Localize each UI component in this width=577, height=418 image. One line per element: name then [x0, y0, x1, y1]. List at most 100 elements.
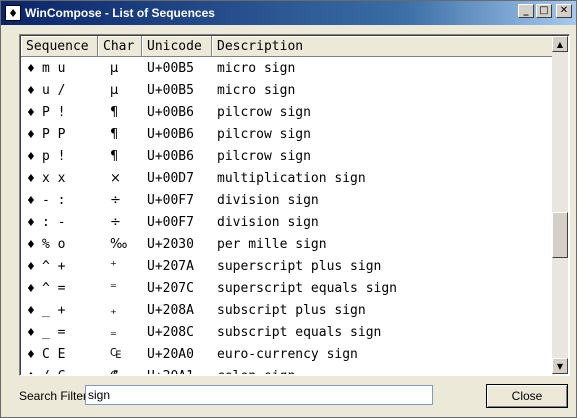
description-cell: division sign [217, 214, 319, 230]
list-item[interactable]: ♦ ^ = ⁼ U+207C superscript equals sign [21, 277, 552, 299]
sequence-cell: ♦ P ! [21, 105, 98, 120]
search-filter-label: Search Filter: [19, 389, 91, 403]
description-cell: pilcrow sign [217, 148, 311, 164]
sequence-keys: _ = [42, 324, 66, 340]
description-cell: subscript equals sign [217, 324, 382, 340]
list-item[interactable]: ♦ P ! ¶ U+00B6 pilcrow sign [21, 101, 552, 123]
column-header-unicode[interactable]: Unicode [142, 36, 212, 57]
sequence-marker-icon: ♦ [26, 259, 36, 273]
sequence-keys: / C [42, 369, 65, 375]
list-item[interactable]: ♦ p ! ¶ U+00B6 pilcrow sign [21, 145, 552, 167]
description-cell: micro sign [217, 60, 296, 76]
unicode-cell: U+00B5 [147, 60, 194, 76]
scroll-up-button[interactable]: ▲ [552, 36, 568, 52]
list-item[interactable]: ♦ x x × U+00D7 multiplication sign [21, 167, 552, 189]
char-cell: µ [110, 82, 119, 98]
list-item[interactable]: ♦/ C₡U+20A1colon sign [21, 365, 552, 375]
char-cell: ÷ [110, 192, 121, 208]
vertical-scrollbar[interactable]: ▲ ▼ [552, 36, 568, 374]
column-header-description[interactable]: Description [212, 36, 552, 57]
unicode-cell: U+208C [147, 324, 194, 340]
char-cell: ‰ [110, 236, 128, 252]
char-cell: ¶ [110, 148, 119, 164]
window-title: WinCompose - List of Sequences [25, 6, 215, 20]
char-cell: ₠ [110, 346, 122, 362]
sequence-cell: ♦ u / [21, 83, 98, 98]
sequence-cell: ♦ x x [21, 171, 98, 186]
list-item[interactable]: ♦ _ = ₌ U+208C subscript equals sign [21, 321, 552, 343]
search-filter-input[interactable] [85, 385, 433, 405]
list-item[interactable]: ♦ C E ₠ U+20A0 euro-currency sign [21, 343, 552, 365]
list-item[interactable]: ♦ - : ÷ U+00F7 division sign [21, 189, 552, 211]
sequence-keys: x x [42, 170, 66, 186]
window-controls: _ □ ✕ [518, 4, 572, 18]
description-cell: superscript plus sign [217, 258, 382, 274]
sequence-keys: P ! [42, 104, 66, 120]
list-item[interactable]: ♦ m u µ U+00B5 micro sign [21, 57, 552, 79]
column-header-char[interactable]: Char [98, 36, 142, 57]
scroll-down-button[interactable]: ▼ [552, 358, 568, 374]
close-button[interactable]: Close [486, 384, 568, 408]
sequence-marker-icon: ♦ [26, 215, 36, 229]
sequence-keys: C E [42, 346, 66, 362]
char-cell: ⁺ [110, 258, 117, 274]
description-cell: micro sign [217, 82, 296, 98]
char-cell: ₊ [110, 302, 117, 318]
description-cell: colon sign [212, 369, 552, 375]
sequence-cell: ♦ _ = [21, 325, 98, 340]
window: ♦ WinCompose - List of Sequences _ □ ✕ S… [0, 0, 577, 418]
sequence-marker-icon: ♦ [26, 303, 36, 317]
unicode-cell: U+00B6 [147, 126, 194, 142]
sequence-cell: ♦ ^ = [21, 281, 98, 296]
sequence-keys: P P [42, 126, 66, 142]
sequence-marker-icon: ♦ [26, 149, 36, 163]
sequence-marker-icon: ♦ [26, 61, 36, 75]
scroll-thumb[interactable] [552, 212, 568, 258]
sequence-cell: ♦ ^ + [21, 259, 98, 274]
unicode-cell: U+207A [147, 258, 194, 274]
sequence-marker-icon: ♦ [26, 105, 36, 119]
minimize-button[interactable]: _ [518, 4, 534, 18]
sequence-marker-icon: ♦ [26, 325, 36, 339]
sequence-cell: ♦ m u [21, 61, 98, 76]
list-item[interactable]: ♦ _ + ₊ U+208A subscript plus sign [21, 299, 552, 321]
sequence-marker-icon: ♦ [26, 83, 36, 97]
char-cell: ÷ [110, 214, 121, 230]
description-cell: euro-currency sign [217, 346, 358, 362]
description-cell: pilcrow sign [217, 126, 311, 142]
maximize-button[interactable]: □ [536, 4, 552, 18]
sequence-marker-icon: ♦ [26, 281, 36, 295]
close-window-button[interactable]: ✕ [556, 4, 572, 18]
sequence-cell: ♦ % o [21, 237, 98, 252]
list-item[interactable]: ♦ ^ + ⁺ U+207A superscript plus sign [21, 255, 552, 277]
sequence-cell: ♦ P P [21, 127, 98, 142]
sequence-keys: _ + [42, 302, 66, 318]
list-item[interactable]: ♦ % o ‰ U+2030 per mille sign [21, 233, 552, 255]
column-header-sequence[interactable]: Sequence [21, 36, 98, 57]
sequence-marker-icon: ♦ [26, 237, 36, 251]
description-cell: superscript equals sign [217, 280, 398, 296]
sequence-keys: p ! [42, 148, 66, 164]
list-item[interactable]: ♦: - ÷ U+00F7 division sign [21, 211, 552, 233]
sequence-keys: - : [42, 192, 66, 208]
list-item[interactable]: ♦ P P ¶ U+00B6 pilcrow sign [21, 123, 552, 145]
char-cell: ¶ [110, 126, 119, 142]
description-cell: pilcrow sign [217, 104, 311, 120]
title-bar[interactable]: ♦ WinCompose - List of Sequences _ □ ✕ [1, 1, 576, 25]
unicode-cell: U+208A [147, 302, 194, 318]
unicode-cell: U+2030 [147, 236, 194, 252]
list-header: Sequence Char Unicode Description [21, 36, 552, 57]
char-cell: ⁼ [110, 280, 117, 296]
unicode-cell: U+207C [147, 280, 194, 296]
unicode-cell: U+00F7 [147, 192, 194, 208]
sequence-cell: ♦: - [21, 215, 98, 230]
sequence-list[interactable]: Sequence Char Unicode Description ♦ m u µ U… [19, 34, 570, 376]
sequence-marker-icon: ♦ [26, 370, 42, 375]
description-cell: subscript plus sign [217, 302, 366, 318]
list-rows: ♦ m u µ U+00B5 micro sign ♦ u / µ U+00B5 micro si… [21, 57, 552, 375]
char-cell: ¶ [110, 104, 119, 120]
unicode-cell: U+00B6 [147, 104, 194, 120]
list-item[interactable]: ♦ u / µ U+00B5 micro sign [21, 79, 552, 101]
description-cell: per mille sign [217, 236, 327, 252]
sequence-cell: ♦/ C [21, 369, 98, 375]
